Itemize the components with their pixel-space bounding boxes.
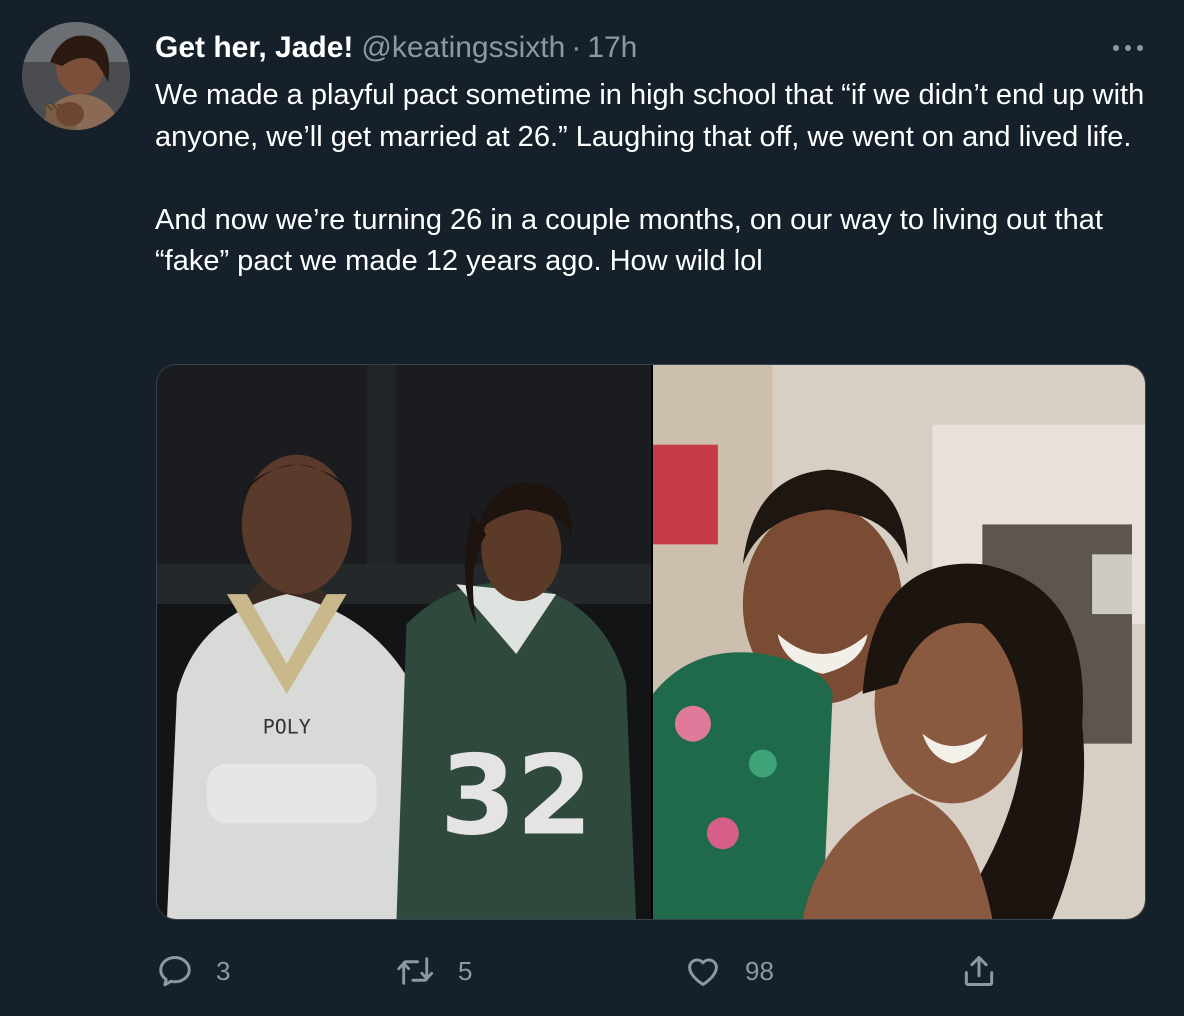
avatar[interactable] bbox=[22, 22, 130, 130]
media-grid: POLY 32 bbox=[156, 364, 1146, 920]
photo-couple-image bbox=[653, 365, 1145, 919]
photo-couple[interactable] bbox=[653, 365, 1145, 919]
tweet-header: Get her, Jade! @keatingssixth · 17h bbox=[155, 24, 637, 72]
like-count: 98 bbox=[745, 955, 774, 986]
tweet-paragraph: And now we’re turning 26 in a couple mon… bbox=[155, 203, 1103, 278]
share-icon bbox=[964, 956, 994, 986]
retweet-count: 5 bbox=[458, 955, 473, 986]
share-button[interactable] bbox=[960, 946, 998, 996]
heart-icon bbox=[688, 958, 718, 986]
display-name[interactable]: Get her, Jade! bbox=[155, 24, 353, 72]
timestamp[interactable]: 17h bbox=[587, 24, 637, 72]
jersey-number: 32 bbox=[440, 731, 593, 859]
tweet-paragraph: We made a playful pact sometime in high … bbox=[155, 79, 1145, 153]
jersey-text: POLY bbox=[263, 715, 311, 739]
like-button[interactable]: 98 bbox=[683, 946, 774, 996]
more-icon-dot bbox=[1137, 45, 1143, 51]
reply-icon bbox=[159, 956, 191, 987]
photo-high-school[interactable]: POLY 32 bbox=[157, 365, 651, 919]
retweet-icon bbox=[397, 957, 434, 985]
photo-high-school-image: POLY 32 bbox=[157, 365, 651, 919]
tweet: Get her, Jade! @keatingssixth · 17h We m… bbox=[0, 0, 1184, 1016]
tweet-actions: 3 5 98 bbox=[156, 946, 1016, 996]
separator-dot: · bbox=[571, 31, 582, 64]
tweet-text: We made a playful pact sometime in high … bbox=[155, 75, 1155, 283]
retweet-button[interactable]: 5 bbox=[396, 946, 472, 996]
more-icon bbox=[1113, 45, 1119, 51]
user-handle[interactable]: @keatingssixth bbox=[361, 24, 565, 72]
reply-count: 3 bbox=[216, 955, 231, 986]
avatar-image bbox=[22, 22, 130, 130]
reply-button[interactable]: 3 bbox=[156, 946, 230, 996]
more-options-button[interactable] bbox=[1106, 30, 1150, 66]
more-icon-dot bbox=[1125, 45, 1131, 51]
